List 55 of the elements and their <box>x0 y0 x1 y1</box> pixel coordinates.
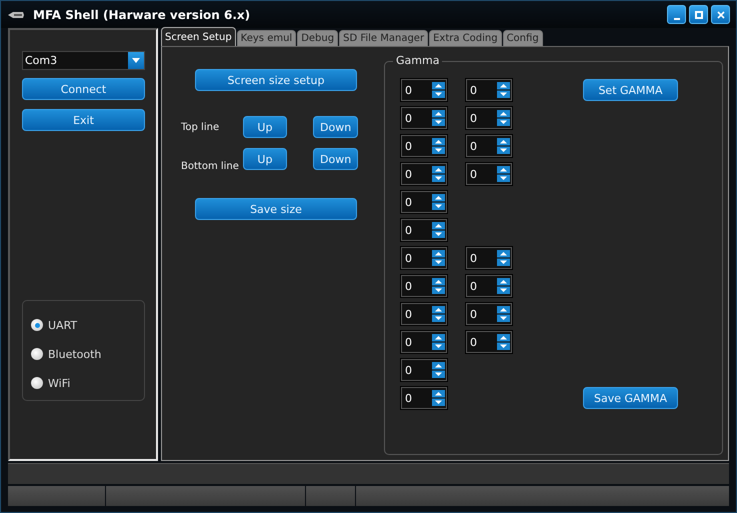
window-title: MFA Shell (Harware version 6.x) <box>33 8 250 22</box>
number-spinner[interactable]: 0 <box>401 219 447 241</box>
number-spinner[interactable]: 0 <box>401 247 447 269</box>
radio-label[interactable]: WiFi <box>48 376 70 390</box>
save-size-button[interactable]: Save size <box>195 198 357 220</box>
screen-size-setup-button[interactable]: Screen size setup <box>195 69 357 91</box>
close-button[interactable] <box>711 5 730 24</box>
radio-button[interactable] <box>31 319 43 331</box>
number-spinner[interactable]: 0 <box>401 191 447 213</box>
maximize-icon <box>694 10 704 20</box>
number-spinner[interactable]: 0 <box>466 79 512 101</box>
tab[interactable]: Extra Coding <box>429 30 502 46</box>
number-spinner[interactable]: 0 <box>401 331 447 353</box>
number-spinner[interactable]: 0 <box>401 163 447 185</box>
app-icon <box>7 10 25 20</box>
save-gamma-button[interactable]: Save GAMMA <box>583 387 678 409</box>
connect-button[interactable]: Connect <box>22 78 145 100</box>
radio-label[interactable]: Bluetooth <box>48 348 102 360</box>
radio-label[interactable]: UART <box>48 318 78 332</box>
number-spinner[interactable]: 0 <box>466 331 512 353</box>
set-gamma-button[interactable]: Set GAMMA <box>583 79 678 101</box>
number-spinner[interactable]: 0 <box>401 135 447 157</box>
maximize-button[interactable] <box>689 5 708 24</box>
up-button[interactable]: Up <box>242 148 288 170</box>
tab[interactable]: Debug <box>297 30 338 46</box>
radio-button[interactable] <box>31 377 43 389</box>
number-spinner[interactable]: 0 <box>466 303 512 325</box>
down-button[interactable]: Down <box>313 148 358 170</box>
caret-icon <box>132 58 140 63</box>
tab[interactable]: Screen Setup <box>161 27 236 46</box>
number-spinner[interactable]: 0 <box>401 275 447 297</box>
number-spinner[interactable]: 0 <box>401 359 447 381</box>
number-spinner[interactable]: 0 <box>466 275 512 297</box>
number-spinner[interactable]: 0 <box>466 163 512 185</box>
line-label: Top line <box>181 122 220 132</box>
minimize-icon <box>674 18 680 20</box>
minimize-button[interactable] <box>667 5 686 24</box>
group-title: Gamma <box>393 54 442 67</box>
exit-button[interactable]: Exit <box>22 109 145 131</box>
port-dropdown[interactable]: Com3 <box>22 51 145 70</box>
number-spinner[interactable]: 0 <box>401 107 447 129</box>
number-spinner[interactable]: 0 <box>466 135 512 157</box>
radio-button[interactable] <box>31 348 43 360</box>
tab[interactable]: Keys emul <box>236 30 296 46</box>
number-spinner[interactable]: 0 <box>401 79 447 101</box>
tab[interactable]: Config <box>502 30 543 46</box>
tab[interactable]: SD File Manager <box>339 30 428 46</box>
up-button[interactable]: Up <box>242 116 288 138</box>
number-spinner[interactable]: 0 <box>466 107 512 129</box>
down-button[interactable]: Down <box>313 116 358 138</box>
line-label: Bottom line <box>181 160 240 172</box>
number-spinner[interactable]: 0 <box>401 303 447 325</box>
number-spinner[interactable]: 0 <box>466 247 512 269</box>
close-icon <box>716 10 726 20</box>
number-spinner[interactable]: 0 <box>401 387 447 409</box>
